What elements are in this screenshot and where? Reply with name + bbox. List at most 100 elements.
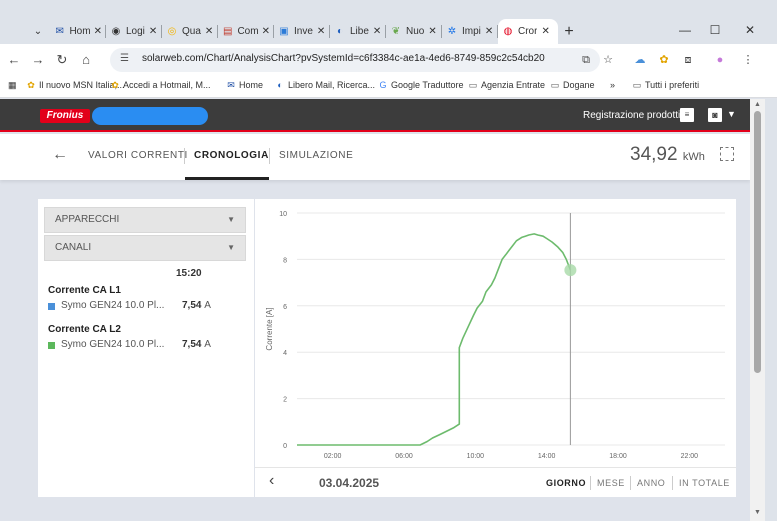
profile-icon[interactable]: ● <box>712 52 728 68</box>
folder-icon: ▭ <box>550 80 560 90</box>
browser-tab[interactable]: ◐ Libe ✕ <box>330 19 386 44</box>
x-tick-label: 22:00 <box>681 453 699 460</box>
energy-value: 34,92 <box>630 144 678 165</box>
scroll-down-icon[interactable]: ▼ <box>754 509 761 516</box>
page-scrollbar[interactable]: ▲ ▼ <box>750 99 765 521</box>
registration-icon[interactable]: ≡ <box>680 108 694 122</box>
series-row-l1[interactable]: Symo GEN24 10.0 Pl... 7,54 A <box>48 300 248 314</box>
browser-tab[interactable]: ▤ Com ✕ <box>218 19 274 44</box>
period-tab-mese[interactable]: MESE <box>597 478 625 488</box>
fullscreen-icon[interactable] <box>720 147 734 161</box>
home-icon[interactable]: ⌂ <box>78 52 94 68</box>
y-tick-label: 0 <box>283 443 287 450</box>
product-registration-link[interactable]: Registrazione prodotti <box>583 110 680 121</box>
date-label[interactable]: 03.04.2025 <box>319 476 379 490</box>
tab-search-icon[interactable]: ⌄ <box>30 24 46 40</box>
series-value: 7,54 A <box>182 300 211 311</box>
period-tab-anno[interactable]: ANNO <box>637 478 665 488</box>
period-tab-in-totale[interactable]: IN TOTALE <box>679 478 730 488</box>
browser-tab-label: Logi <box>126 26 145 37</box>
browser-tab[interactable]: ◉ Logi ✕ <box>106 19 162 44</box>
browser-tab[interactable]: ▣ Inve ✕ <box>274 19 330 44</box>
user-icon[interactable]: ◙ <box>708 108 722 122</box>
bookmark-item[interactable]: ✉ Home <box>226 80 263 90</box>
bookmark-item[interactable]: ▭ Tutti i preferiti <box>632 80 699 90</box>
reload-icon[interactable]: ↻ <box>54 52 70 68</box>
tab-cronologia[interactable]: CRONOLOGIA <box>194 150 269 161</box>
close-tab-icon[interactable]: ✕ <box>94 26 102 37</box>
series-value-unit: A <box>204 300 211 311</box>
bookmark-label: Accedi a Hotmail, M... <box>123 80 211 90</box>
menu-dots-icon[interactable]: ⋮ <box>740 52 756 68</box>
close-tab-icon[interactable]: ✕ <box>485 26 493 37</box>
close-tab-icon[interactable]: ✕ <box>373 26 381 37</box>
devices-dropdown-label: APPARECCHI <box>55 214 120 225</box>
msn-icon: ✿ <box>27 80 35 90</box>
chevron-down-icon[interactable]: ▼ <box>727 109 736 119</box>
series-value-number: 7,54 <box>182 300 202 311</box>
msn-extension-icon[interactable]: ✿ <box>656 52 672 68</box>
line-chart[interactable]: 0 2 4 6 8 10 02:00 06:00 10:00 14:00 18:00 22:00 Cor… <box>255 199 736 467</box>
doc-icon: ▤ <box>223 25 233 37</box>
bookmark-label: Dogane <box>563 80 595 90</box>
bookmark-star-icon[interactable]: ☆ <box>600 52 616 68</box>
fronius-logo[interactable]: Fronius <box>40 109 90 123</box>
leaf-icon: ❦ <box>391 25 401 37</box>
browser-tab[interactable]: ◎ Qua ✕ <box>162 19 218 44</box>
browser-tab-label: Qua <box>182 26 201 37</box>
devices-dropdown[interactable]: APPARECCHI ▼ <box>44 207 246 233</box>
apps-grid-icon[interactable]: ▦ <box>8 80 17 91</box>
close-tab-icon[interactable]: ✕ <box>149 26 157 37</box>
scroll-up-icon[interactable]: ▲ <box>754 101 761 108</box>
new-tab-button[interactable]: + <box>558 19 580 44</box>
browser-tab-label: Inve <box>294 26 313 37</box>
group-title-l2: Corrente CA L2 <box>48 324 121 335</box>
extensions-icon[interactable]: ⧈ <box>680 52 696 68</box>
series-line[interactable] <box>297 233 572 446</box>
browser-tab[interactable]: ◍ Cror ✕ <box>498 19 558 44</box>
bookmark-label: » <box>610 80 616 90</box>
previous-day-icon[interactable]: ‹ <box>269 472 274 490</box>
browser-tab[interactable]: ✉ Hom ✕ <box>50 19 106 44</box>
period-tab-giorno[interactable]: GIORNO <box>546 478 586 488</box>
scrollbar-thumb[interactable] <box>754 111 761 373</box>
minimize-icon[interactable]: — <box>670 20 700 40</box>
address-bar[interactable]: ☰ solarweb.com/Chart/AnalysisChart?pvSys… <box>110 48 600 72</box>
back-icon[interactable]: ← <box>6 52 22 68</box>
cloud-icon[interactable]: ☁ <box>632 52 648 68</box>
series-value-number: 7,54 <box>182 339 202 350</box>
y-tick-label: 6 <box>283 304 287 311</box>
chart-card: 0 2 4 6 8 10 02:00 06:00 10:00 14:00 18:00 22:00 Cor… <box>255 199 736 497</box>
subnav-bar: ← VALORI CORRENTI CRONOLOGIA SIMULAZIONE… <box>0 134 750 180</box>
install-app-icon[interactable]: ⧉ <box>578 52 594 68</box>
forward-icon[interactable]: → <box>30 52 46 68</box>
bookmark-item[interactable]: G Google Traduttore <box>378 80 464 90</box>
back-arrow-icon[interactable]: ← <box>52 146 68 164</box>
tab-simulazione[interactable]: SIMULAZIONE <box>279 150 353 161</box>
circle-icon: ◎ <box>167 25 177 37</box>
bookmark-item[interactable]: ◐ Libero Mail, Ricerca... <box>275 80 375 90</box>
globe-icon: ◉ <box>111 25 121 37</box>
bookmark-item[interactable]: » <box>610 80 615 90</box>
cursor-point[interactable] <box>564 264 577 277</box>
close-window-icon[interactable]: ✕ <box>735 20 765 40</box>
tab-valori-correnti[interactable]: VALORI CORRENTI <box>88 150 188 161</box>
bookmark-item[interactable]: ✿ Accedi a Hotmail, M... <box>110 80 211 90</box>
browser-tab[interactable]: ❦ Nuo ✕ <box>386 19 442 44</box>
site-info-icon[interactable]: ☰ <box>120 53 129 64</box>
chevron-down-icon: ▼ <box>227 243 235 252</box>
close-tab-icon[interactable]: ✕ <box>205 26 213 37</box>
browser-tab[interactable]: ✲ Impi ✕ <box>442 19 498 44</box>
channels-dropdown[interactable]: CANALI ▼ <box>44 235 246 261</box>
close-tab-icon[interactable]: ✕ <box>262 26 270 37</box>
maximize-icon[interactable]: ☐ <box>700 20 730 40</box>
close-tab-icon[interactable]: ✕ <box>428 26 436 37</box>
bookmark-item[interactable]: ▭ Dogane <box>550 80 595 90</box>
bookmark-item[interactable]: ▭ Agenzia Entrate <box>468 80 545 90</box>
close-tab-icon[interactable]: ✕ <box>317 26 325 37</box>
bookmark-label: Google Traduttore <box>391 80 464 90</box>
close-tab-icon[interactable]: ✕ <box>541 26 549 37</box>
active-tab-underline <box>185 177 269 180</box>
series-row-l2[interactable]: Symo GEN24 10.0 Pl... 7,54 A <box>48 339 248 353</box>
libero-icon: ◐ <box>336 25 344 37</box>
